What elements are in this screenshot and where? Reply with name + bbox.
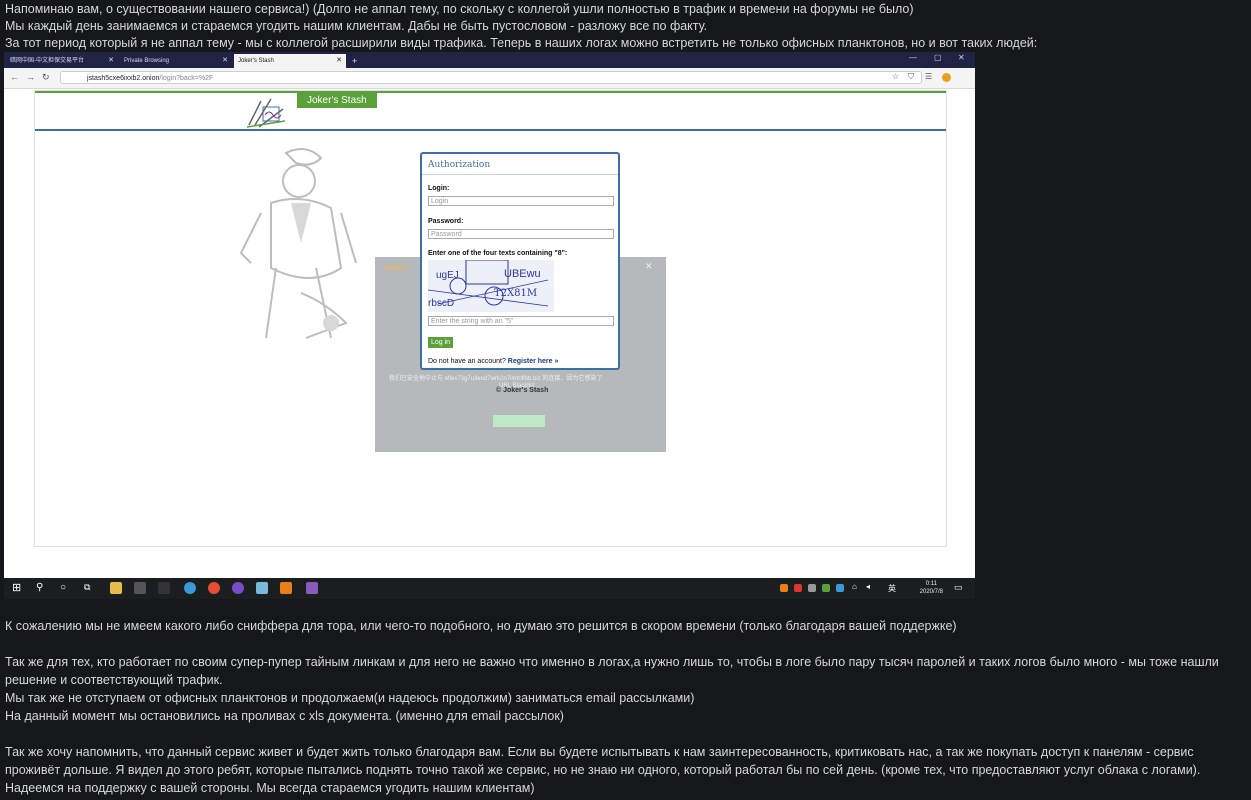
- new-tab-button[interactable]: +: [348, 54, 362, 68]
- back-icon[interactable]: ←: [10, 72, 19, 82]
- close-icon[interactable]: ✕: [645, 261, 653, 272]
- embedded-screenshot: 暗网中国-中文担保交易平台 ✕ Private Browsing ✕ Joker's…: [4, 52, 975, 599]
- tab-label: 暗网中国-中文担保交易平台: [10, 58, 84, 64]
- windows-taskbar: ⊞ ⚲ ○ ⧉ ⌂ ◂ 英 0:11 2020/7/8 ▭: [4, 578, 975, 599]
- post-text-line: За тот период который я не аппал тему - …: [5, 36, 1038, 50]
- notification-icon[interactable]: ▭: [954, 582, 966, 594]
- address-bar[interactable]: jstash5cxe6ixxb2.onion/login?back=%2F: [60, 71, 922, 84]
- captcha-prompt: Enter one of the four texts containing "…: [428, 250, 568, 257]
- app-icon[interactable]: [306, 582, 318, 594]
- site-path: /login?back=%2F: [159, 75, 214, 82]
- site-host: jstash5cxe6ixxb2.onion: [87, 75, 160, 82]
- clock-date: 2020/7/8: [919, 589, 943, 595]
- browser-toolbar: ← → ↻ jstash5cxe6ixxb2.onion/login?back=…: [4, 68, 975, 89]
- search-icon[interactable]: ⚲: [36, 582, 48, 594]
- tray-icon[interactable]: [836, 584, 844, 592]
- input-language[interactable]: 英: [888, 583, 900, 595]
- maximize-icon[interactable]: ▢: [934, 53, 942, 62]
- close-icon[interactable]: ✕: [336, 54, 342, 68]
- overlay-button[interactable]: [493, 415, 545, 427]
- header-divider: [35, 129, 946, 131]
- post-text-line: К сожалению мы не имеем какого либо сниф…: [5, 619, 957, 633]
- captcha-text: ugEJ: [436, 270, 459, 281]
- tab-label: Private Browsing: [124, 58, 170, 64]
- tab-label: Joker's Stash: [238, 58, 274, 64]
- tor-browser-icon[interactable]: [232, 582, 244, 594]
- close-window-icon[interactable]: ✕: [958, 53, 965, 62]
- extension-icon[interactable]: [942, 73, 951, 82]
- app-icon[interactable]: [256, 582, 268, 594]
- volume-icon[interactable]: ◂: [866, 582, 878, 594]
- register-link[interactable]: Register here »: [508, 358, 559, 365]
- copyright: © Joker's Stash: [496, 387, 549, 394]
- tray-icon[interactable]: [808, 584, 816, 592]
- post-text-line: Так же для тех, кто работает по своим су…: [5, 655, 1219, 687]
- browser-tab[interactable]: Private Browsing ✕: [120, 54, 232, 68]
- shield-icon[interactable]: ⛉: [908, 72, 914, 82]
- forward-icon[interactable]: →: [26, 72, 35, 82]
- header-line: [35, 91, 946, 93]
- site-page: Joker's Stash avast! ✕ 我们已安全地中止与 eflex73…: [34, 90, 947, 547]
- cortana-icon[interactable]: ○: [60, 582, 72, 594]
- post-text-line: Мы так же не отступаем от офисных планкт…: [5, 691, 695, 705]
- captcha-image: ugEJ UBEwu T2X81M rbscD: [428, 260, 554, 312]
- register-prefix: Do not have an account?: [428, 358, 506, 365]
- app-icon[interactable]: [158, 582, 170, 594]
- file-explorer-icon[interactable]: [110, 582, 122, 594]
- joker-illustration-icon: [239, 148, 357, 339]
- minimize-icon[interactable]: —: [909, 53, 917, 62]
- captcha-text: UBEwu: [504, 268, 541, 280]
- login-label: Login:: [428, 185, 450, 192]
- chrome-icon[interactable]: [208, 582, 220, 594]
- close-icon[interactable]: ✕: [222, 54, 228, 68]
- task-view-icon[interactable]: ⧉: [84, 582, 96, 594]
- post-text-line: Так же хочу напомнить, что данный сервис…: [5, 745, 1201, 795]
- network-icon[interactable]: ⌂: [852, 582, 864, 594]
- auth-title: Authorization: [422, 154, 618, 175]
- app-icon[interactable]: [134, 582, 146, 594]
- reload-icon[interactable]: ↻: [42, 72, 50, 83]
- captcha-input[interactable]: Enter the string with an "5": [428, 316, 614, 326]
- post-text-line: Напоминаю вам, о существовании нашего се…: [5, 2, 914, 16]
- register-row: Do not have an account? Register here »: [428, 358, 558, 365]
- post-text-line: На данный момент мы остановились на прол…: [5, 709, 564, 723]
- post-text-line: Мы каждый день занимаемся и стараемся уг…: [5, 19, 708, 33]
- browser-tab-active[interactable]: Joker's Stash ✕: [234, 54, 346, 68]
- password-input[interactable]: Password: [428, 229, 614, 239]
- browser-app-icon[interactable]: [184, 582, 196, 594]
- browser-tab-bar: 暗网中国-中文担保交易平台 ✕ Private Browsing ✕ Joker's…: [4, 52, 975, 68]
- site-brand: Joker's Stash: [297, 93, 377, 108]
- captcha-text: T2X81M: [494, 288, 538, 299]
- tray-icon[interactable]: [794, 584, 802, 592]
- windows-start-icon[interactable]: ⊞: [12, 581, 24, 594]
- tray-icon[interactable]: [822, 584, 830, 592]
- password-label: Password:: [428, 218, 464, 225]
- app-icon[interactable]: [280, 582, 292, 594]
- joker-logo-icon: [246, 98, 286, 128]
- login-input[interactable]: Login: [428, 196, 614, 206]
- clock-time: 0:11: [925, 581, 937, 587]
- overlay-message: 我们已安全地中止与 eflex73g7u3eod7wrk2n7i4rtrllfb…: [389, 376, 603, 382]
- tray-icon[interactable]: [780, 584, 788, 592]
- authorization-form: Authorization Login: Login Password: Pas…: [420, 152, 620, 370]
- system-clock[interactable]: 0:11 2020/7/8: [920, 580, 943, 596]
- close-icon[interactable]: ✕: [108, 54, 114, 68]
- menu-icon[interactable]: ☰: [925, 72, 932, 81]
- login-button[interactable]: Log in: [428, 337, 454, 348]
- overlay-title: avast!: [385, 263, 407, 272]
- star-icon[interactable]: ☆: [892, 72, 899, 81]
- captcha-text: rbscD: [428, 298, 455, 309]
- browser-tab[interactable]: 暗网中国-中文担保交易平台 ✕: [6, 54, 118, 68]
